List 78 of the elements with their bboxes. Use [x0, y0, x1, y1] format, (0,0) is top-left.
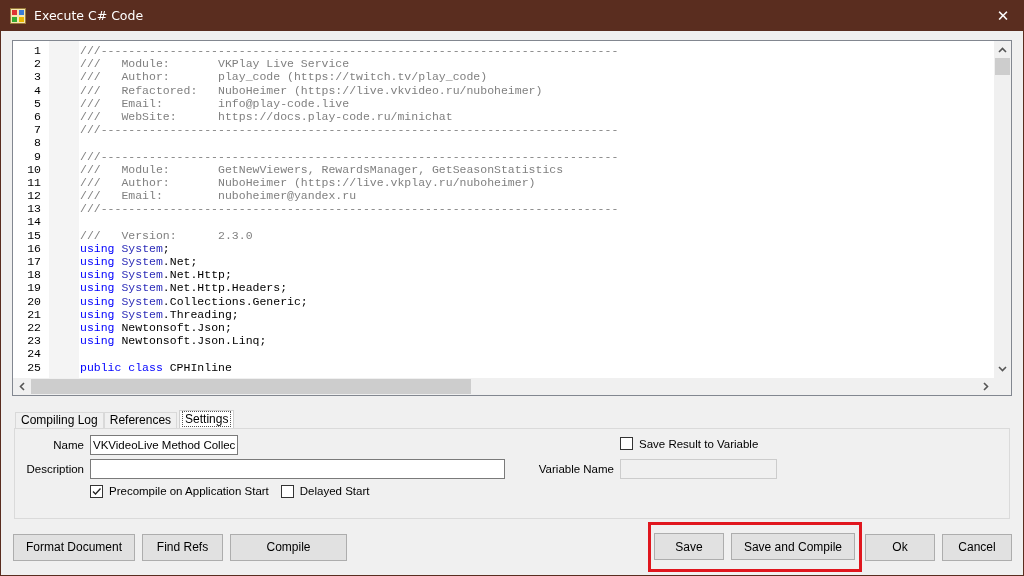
line-number: 13: [26, 202, 41, 216]
button[interactable]: Format Document: [13, 533, 136, 561]
line-number: 24: [26, 347, 41, 361]
button[interactable]: Save and Compile: [730, 533, 855, 561]
field-label: Description: [25, 463, 84, 476]
check-icon: [91, 485, 102, 497]
code-line: public class CPHInline: [80, 360, 232, 374]
code-line: ///---------------------------------------------------------------------------: [80, 44, 619, 58]
button[interactable]: Cancel: [942, 533, 1012, 561]
line-number: 23: [26, 334, 41, 348]
line-number: 6: [33, 109, 41, 124]
scroll-thumb[interactable]: [31, 379, 471, 395]
app-icon: [10, 7, 26, 24]
line-number: 10: [26, 162, 41, 176]
code-line: using System.Threading;: [80, 307, 239, 321]
tab[interactable]: Compiling Log: [15, 412, 104, 429]
line-number: 9: [33, 149, 41, 163]
line-number: 18: [26, 268, 41, 282]
code-line: /// Email: nuboheimer@yandex.ru: [80, 189, 357, 203]
name-field[interactable]: VKVideoLive Method Collec: [90, 435, 239, 456]
code-line: /// Email: info@play-code.live: [80, 96, 350, 110]
code-line: using System.Net.Http;: [80, 268, 232, 282]
line-number: 1: [33, 44, 41, 58]
window-title: Execute C# Code: [34, 8, 145, 23]
checkbox[interactable]: Save Result to Variable: [620, 437, 759, 451]
code-line: using Newtonsoft.Json;: [80, 320, 232, 335]
checkbox[interactable]: Delayed Start: [280, 484, 370, 498]
line-number: 17: [26, 255, 41, 269]
code-editor[interactable]: [12, 40, 1012, 397]
code-line: /// Author: play_code (https://twitch.tv/play_code): [80, 70, 488, 84]
field-label: Name: [52, 439, 84, 452]
horizontal-scrollbar[interactable]: [13, 378, 994, 396]
code-line: using System.Net.Http.Headers;: [80, 281, 288, 295]
line-number: 11: [26, 175, 41, 190]
line-number: 2: [33, 57, 41, 71]
tab[interactable]: Settings: [179, 410, 235, 429]
code-line: using System.Collections.Generic;: [80, 294, 308, 308]
line-number: 4: [33, 83, 41, 97]
line-number: 3: [33, 70, 41, 84]
code-line: ///---------------------------------------------------------------------------: [80, 149, 619, 163]
code-line: /// WebSite: https://docs.play-code.ru/minichat: [80, 109, 453, 124]
line-number: 5: [33, 96, 41, 110]
code-line: /// Version: 2.3.0: [80, 228, 253, 242]
scroll-up-icon[interactable]: [998, 46, 1007, 55]
line-number: 14: [26, 215, 41, 229]
code-line: using System.Net;: [80, 255, 198, 269]
line-number: 21: [26, 307, 41, 321]
line-number: 16: [26, 241, 41, 255]
button[interactable]: Save: [653, 533, 724, 561]
vertical-scrollbar[interactable]: [994, 41, 1011, 379]
code-line: /// Module: VKPlay Live Service: [80, 57, 350, 71]
code-line: using Newtonsoft.Json.Linq;: [80, 334, 267, 348]
code-line: /// Author: NuboHeimer (https://live.vkplay.ru/nuboheimer): [80, 175, 536, 190]
line-number: 12: [26, 189, 41, 203]
code-line: ///---------------------------------------------------------------------------: [80, 123, 619, 137]
line-number: 7: [33, 123, 41, 137]
close-button[interactable]: ✕: [983, 6, 1023, 25]
line-number: 19: [26, 281, 41, 295]
code-line: /// Refactored: NuboHeimer (https://live.vkvideo.ru/nuboheimer): [80, 83, 543, 97]
line-number: 8: [33, 136, 41, 150]
button[interactable]: Find Refs: [142, 533, 224, 561]
line-number: 22: [26, 320, 41, 335]
line-number: 25: [26, 360, 41, 374]
code-line: using System;: [80, 241, 170, 255]
scroll-left-icon[interactable]: [18, 382, 27, 392]
field-label: Variable Name: [537, 463, 614, 476]
button[interactable]: Ok: [865, 533, 935, 561]
line-number: 20: [26, 294, 41, 308]
description-field[interactable]: [90, 459, 505, 480]
tab[interactable]: References: [103, 412, 178, 429]
scroll-right-icon[interactable]: [981, 382, 990, 392]
code-line: ///---------------------------------------------------------------------------: [80, 202, 619, 216]
checkbox[interactable]: Precompile on Application Start: [90, 484, 269, 498]
scroll-thumb[interactable]: [995, 58, 1010, 75]
scroll-down-icon[interactable]: [998, 364, 1007, 374]
code-line: /// Module: GetNewViewers, RewardsManager, GetSeasonStatistics: [80, 162, 564, 176]
button[interactable]: Compile: [230, 533, 348, 561]
line-number: 15: [26, 228, 41, 242]
